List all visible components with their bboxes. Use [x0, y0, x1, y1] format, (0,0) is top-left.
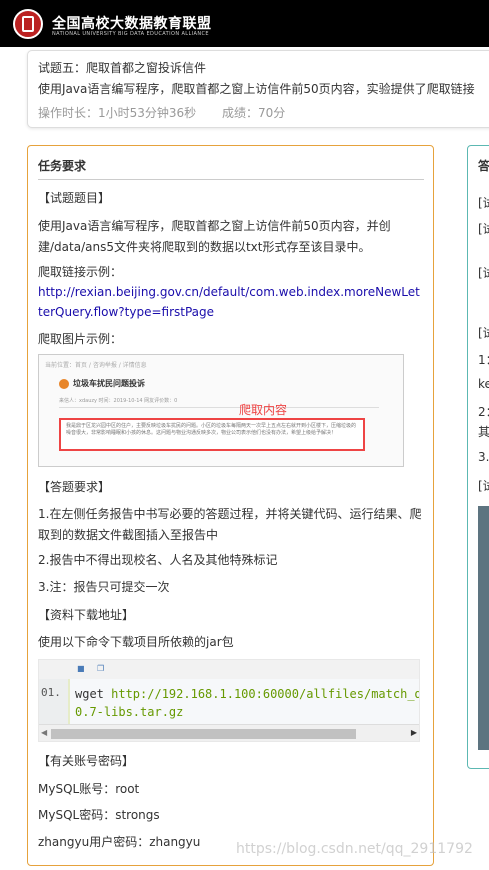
answer-row: [试: [478, 479, 489, 493]
line-number: 01.: [41, 686, 61, 699]
view-source-icon[interactable]: ■: [77, 665, 85, 673]
exam-description: 使用Java语言编写程序，爬取首都之窗上访信件前50页内容，实验提供了爬取链接: [38, 82, 475, 96]
site-title: 全国高校大数据教育联盟: [52, 16, 212, 32]
exam-name: 试题五：爬取首都之窗投诉信件: [38, 61, 207, 75]
alliance-logo-icon: [13, 9, 43, 39]
sample-title: 垃圾车扰民问题投诉: [73, 379, 145, 388]
section-download-heading: 【资料下载地址】: [38, 608, 135, 622]
link-label: 爬取链接示例：: [38, 265, 123, 279]
gutter-bar: [68, 679, 70, 724]
scrollbar-thumb[interactable]: [51, 729, 356, 739]
exam-info-card: 试题五：爬取首都之窗投诉信件 使用Java语言编写程序，爬取首都之窗上访信件前5…: [27, 50, 489, 128]
sample-breadcrumb: 当前位置：首页 / 咨询举报 / 详情信息: [45, 362, 147, 369]
exam-duration: 操作时长：1小时53分钟36秒: [38, 106, 197, 120]
image-label: 爬取图片示例：: [38, 332, 123, 346]
code-command: wget: [75, 687, 112, 701]
answer-row: [试: [478, 222, 489, 236]
section-account-heading: 【有关账号密码】: [38, 754, 135, 768]
answer-row: ke: [478, 377, 489, 391]
scroll-left-icon[interactable]: ◀: [41, 728, 47, 737]
line-number-gutter: 01.: [39, 679, 69, 724]
section-question-heading: 【试题题目】: [38, 191, 111, 205]
requirement-2: 2.报告中不得出现校名、人名及其他特殊标记: [38, 553, 278, 567]
mysql-password: MySQL密码：strongs: [38, 808, 160, 822]
answer-screenshot: [478, 506, 489, 750]
scroll-right-icon[interactable]: ▶: [411, 728, 417, 737]
answer-heading: 答: [478, 159, 489, 173]
copy-icon[interactable]: ❐: [97, 665, 105, 673]
answer-row: 1：: [478, 353, 489, 367]
answer-row: 其: [478, 425, 489, 439]
top-header-bar: 全国高校大数据教育联盟 NATIONAL UNIVERSITY BIG DATA…: [0, 0, 489, 47]
watermark: https://blog.csdn.net/qq_2911792: [236, 841, 473, 857]
code-block: ■ ❐ 01. wget http://192.168.1.100:60000/…: [38, 659, 420, 742]
code-text: wget http://192.168.1.100:60000/allfiles…: [75, 685, 419, 721]
sample-meta: 来信人：xdauzy 时间：2019-10-14 网友评价数：0: [59, 398, 178, 404]
divider: [38, 179, 424, 180]
code-url-2: 0.7-libs.tar.gz: [75, 705, 184, 719]
question-icon: [59, 379, 69, 389]
requirement-3: 3.注：报告只可提交一次: [38, 580, 170, 594]
site-subtitle: NATIONAL UNIVERSITY BIG DATA EDUCATION A…: [52, 31, 209, 37]
crawl-sample-image: 当前位置：首页 / 咨询举报 / 详情信息 垃圾车扰民问题投诉 来信人：xdau…: [38, 354, 404, 467]
crawl-content-box: 我是鼎于区龙兴园中区的住户，主要反映垃圾车扰民的问题。小区的垃圾车每隔两天一次早…: [59, 418, 365, 451]
code-horizontal-scrollbar[interactable]: ◀ ▶: [39, 724, 419, 741]
answer-row: [试: [478, 266, 489, 280]
question-text: 使用Java语言编写程序，爬取首都之窗上访信件前50页内容，并创建/data/a…: [38, 219, 391, 254]
section-answer-heading: 【答题要求】: [38, 480, 111, 494]
task-requirements-panel: 任务要求 【试题题目】 使用Java语言编写程序，爬取首都之窗上访信件前50页内…: [27, 145, 434, 866]
code-url-1: http://192.168.1.100:60000/allfiles/matc…: [111, 687, 419, 701]
crawl-content-label: 爬取内容: [239, 403, 288, 417]
task-heading: 任务要求: [38, 159, 87, 173]
sample-divider: [59, 407, 379, 408]
answer-row: 2：: [478, 405, 489, 419]
code-toolbar: ■ ❐: [39, 660, 419, 679]
exam-stats: 操作时长：1小时53分钟36秒 成绩：70分: [38, 104, 307, 121]
answer-panel: 答 [试 [试 [试 [试 1： ke 2： 其 3. [试: [467, 145, 489, 769]
answer-row: 3.: [478, 450, 489, 464]
mysql-user: MySQL账号：root: [38, 782, 140, 796]
download-text: 使用以下命令下载项目所依赖的jar包: [38, 635, 234, 649]
answer-row: [试: [478, 196, 489, 210]
crawl-link[interactable]: http://rexian.beijing.gov.cn/default/com…: [38, 282, 424, 322]
exam-score: 成绩：70分: [222, 106, 286, 120]
answer-row: [试: [478, 326, 489, 340]
requirement-1: 1.在左侧任务报告中书写必要的答题过程，并将关键代码、运行结果、爬取到的数据文件…: [38, 507, 422, 542]
